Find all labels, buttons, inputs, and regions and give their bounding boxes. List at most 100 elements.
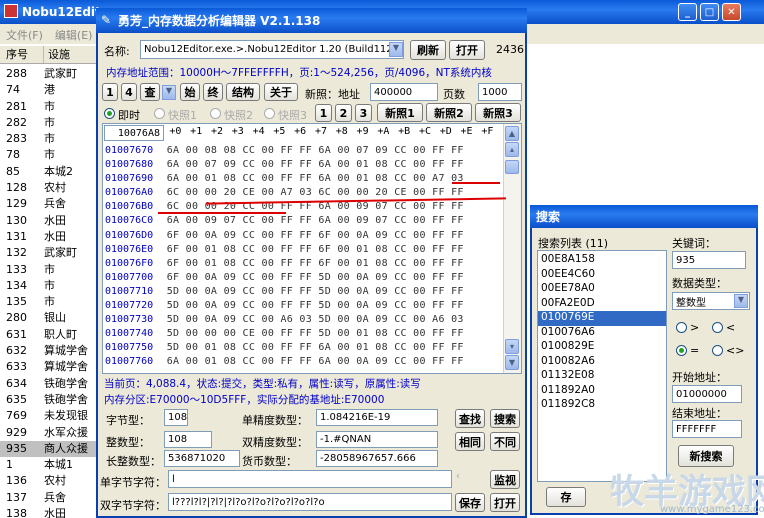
hex-row[interactable]: 010076F0 6F 00 01 08 CC 00 FF FF 6F 00 01…: [105, 257, 501, 271]
table-row[interactable]: 633 算城学舍: [0, 359, 96, 375]
new-snap-2-button[interactable]: 新照2: [426, 103, 472, 122]
snapshot1-radio[interactable]: [154, 108, 165, 119]
maximize-icon[interactable]: □: [700, 3, 719, 21]
search-result-item[interactable]: 0100769E: [538, 311, 666, 326]
table-row[interactable]: 929 水军众援: [0, 425, 96, 441]
process-select[interactable]: Nobu12Editor.exe.>.Nobu12Editor 1.20 (Bu…: [140, 40, 404, 59]
table-row[interactable]: 131 水田: [0, 229, 96, 245]
table-row[interactable]: 769 未发现银: [0, 408, 96, 424]
hex-row-bytes[interactable]: 6F 00 0A 09 CC 00 FF FF 5D 00 0A 09 CC 0…: [167, 271, 501, 285]
snap-num-1[interactable]: 1: [315, 104, 332, 122]
table-row[interactable]: 635 铁砲学舍: [0, 392, 96, 408]
table-row[interactable]: 631 职人町: [0, 327, 96, 343]
hex-row-bytes[interactable]: 6A 00 01 08 CC 00 FF FF 6A 00 0A 09 CC 0…: [167, 355, 501, 369]
open-button[interactable]: 打开: [490, 493, 520, 512]
long-input[interactable]: 536871020: [164, 450, 240, 467]
search-title-bar[interactable]: 搜索: [530, 205, 758, 228]
hex-row-bytes[interactable]: 6F 00 01 08 CC 00 FF FF 6F 00 01 08 CC 0…: [167, 257, 501, 271]
save-button[interactable]: 保存: [455, 493, 485, 512]
snap-num-2[interactable]: 2: [335, 104, 352, 122]
hex-row-bytes[interactable]: 6A 00 07 09 CC 00 FF FF 6A 00 01 08 CC 0…: [167, 158, 501, 172]
double-input[interactable]: -1.#QNAN: [316, 431, 438, 448]
diff-button[interactable]: 不同: [490, 432, 520, 451]
currency-input[interactable]: -28058967657.666: [316, 450, 438, 467]
menu-edit[interactable]: 编辑(E): [55, 27, 93, 42]
double-byte-input[interactable]: l???l?l?|?l?|?l?o?l?o?l?o?l?o?l?o: [168, 493, 452, 511]
hex-row[interactable]: 010076E0 6F 00 01 08 CC 00 FF FF 6F 00 01…: [105, 243, 501, 257]
hex-row-bytes[interactable]: 6F 00 01 08 CC 00 FF FF 6F 00 01 08 CC 0…: [167, 243, 501, 257]
table-row[interactable]: 133 市: [0, 262, 96, 278]
snapshot-addr-input[interactable]: 400000: [370, 83, 438, 101]
search-result-item[interactable]: 00EE4C60: [538, 268, 666, 283]
nav-button-4[interactable]: 4: [121, 83, 137, 101]
hex-row-bytes[interactable]: 5D 00 00 00 CE 00 FF FF 5D 00 01 08 CC 0…: [167, 327, 501, 341]
hex-row-bytes[interactable]: 6A 00 09 07 CC 00 FF FF 6A 00 09 07 CC 0…: [167, 214, 501, 228]
col-name-header[interactable]: 设施: [44, 46, 70, 63]
hex-row-bytes[interactable]: 5D 00 0A 09 CC 00 FF FF 5D 00 0A 09 CC 0…: [167, 285, 501, 299]
realtime-radio[interactable]: [104, 108, 115, 119]
table-row[interactable]: 283 市: [0, 131, 96, 147]
single-input[interactable]: 1.084216E-19: [316, 409, 438, 426]
search-result-item[interactable]: 00E8A158: [538, 253, 666, 268]
search-result-item[interactable]: 00EE78A0: [538, 282, 666, 297]
hex-row-bytes[interactable]: 5D 00 01 08 CC 00 FF FF 6A 00 01 08 CC 0…: [167, 341, 501, 355]
table-row[interactable]: 281 市: [0, 99, 96, 115]
find-button[interactable]: 查找: [455, 409, 485, 428]
col-no-header[interactable]: 序号: [0, 46, 44, 63]
scroll-up-icon[interactable]: ▴: [505, 142, 519, 157]
table-row[interactable]: 282 市: [0, 115, 96, 131]
table-row[interactable]: 1 本城1: [0, 457, 96, 473]
pages-input[interactable]: 1000: [478, 83, 522, 101]
table-row[interactable]: 634 铁砲学舍: [0, 376, 96, 392]
prev-arrow-icon[interactable]: ‹: [456, 471, 468, 487]
single-byte-input[interactable]: l: [168, 470, 452, 488]
hex-row[interactable]: 010076D0 6F 00 0A 09 CC 00 FF FF 6F 00 0A…: [105, 229, 501, 243]
int-input[interactable]: 108: [164, 431, 212, 448]
table-row[interactable]: 135 市: [0, 294, 96, 310]
hex-scrollbar[interactable]: ▲ ▴ ▾ ▼: [503, 124, 521, 373]
hex-row[interactable]: 01007760 6A 00 01 08 CC 00 FF FF 6A 00 0A…: [105, 355, 501, 369]
scroll-bottom-icon[interactable]: ▼: [505, 355, 519, 370]
hex-row-bytes[interactable]: 6A 00 01 08 CC 00 FF FF 6A 00 01 08 CC 0…: [167, 172, 501, 186]
op-lt-radio[interactable]: [712, 322, 723, 333]
table-row[interactable]: 132 武家町: [0, 245, 96, 261]
table-row[interactable]: 288 武家町: [0, 66, 96, 82]
hex-row[interactable]: 01007700 6F 00 0A 09 CC 00 FF FF 5D 00 0A…: [105, 271, 501, 285]
chevron-down-icon[interactable]: ▼: [389, 42, 403, 57]
hex-row[interactable]: 01007750 5D 00 01 08 CC 00 FF FF 6A 00 01…: [105, 341, 501, 355]
hex-row[interactable]: 01007740 5D 00 00 00 CE 00 FF FF 5D 00 01…: [105, 327, 501, 341]
new-snap-3-button[interactable]: 新照3: [475, 103, 521, 122]
byte-input[interactable]: 108: [164, 409, 188, 426]
watch-button[interactable]: 监视: [490, 470, 520, 489]
start-addr-input[interactable]: 01000000: [672, 385, 742, 403]
search-result-item[interactable]: 01132E08: [538, 369, 666, 384]
structure-button[interactable]: 结构: [226, 83, 260, 101]
hex-row[interactable]: 01007690 6A 00 01 08 CC 00 FF FF 6A 00 01…: [105, 172, 501, 186]
table-row[interactable]: 136 农村: [0, 473, 96, 489]
new-snap-1-button[interactable]: 新照1: [377, 103, 423, 122]
open-process-button[interactable]: 打开: [449, 40, 485, 60]
minimize-icon[interactable]: _: [678, 3, 697, 21]
search-save-button[interactable]: 存: [546, 487, 586, 507]
hex-row-bytes[interactable]: 5D 00 0A 09 CC 00 FF FF 5D 00 0A 09 CC 0…: [167, 299, 501, 313]
table-row[interactable]: 280 银山: [0, 310, 96, 326]
table-row[interactable]: 632 算城学舍: [0, 343, 96, 359]
nav-button-1[interactable]: 1: [102, 83, 118, 101]
hex-row-bytes[interactable]: 5D 00 0A 09 CC 00 A6 03 5D 00 0A 09 CC 0…: [167, 313, 501, 327]
search-result-item[interactable]: 010082A6: [538, 355, 666, 370]
search-result-item[interactable]: 0100829E: [538, 340, 666, 355]
dropdown-arrow-icon[interactable]: ▼: [162, 85, 176, 100]
table-row[interactable]: 85 本城2: [0, 164, 96, 180]
search-result-item[interactable]: 00FA2E0D: [538, 297, 666, 312]
end-button[interactable]: 终: [203, 83, 223, 101]
dtype-chevron-icon[interactable]: ▼: [734, 294, 748, 308]
op-ne-radio[interactable]: [712, 345, 723, 356]
about-button[interactable]: 关于: [264, 83, 298, 101]
same-button[interactable]: 相同: [455, 432, 485, 451]
hex-row[interactable]: 01007720 5D 00 0A 09 CC 00 FF FF 5D 00 0A…: [105, 299, 501, 313]
search-result-item[interactable]: 011892A0: [538, 384, 666, 399]
hex-row[interactable]: 01007680 6A 00 07 09 CC 00 FF FF 6A 00 01…: [105, 158, 501, 172]
start-button[interactable]: 始: [180, 83, 200, 101]
snapshot2-radio[interactable]: [210, 108, 221, 119]
scroll-thumb[interactable]: [505, 160, 519, 174]
